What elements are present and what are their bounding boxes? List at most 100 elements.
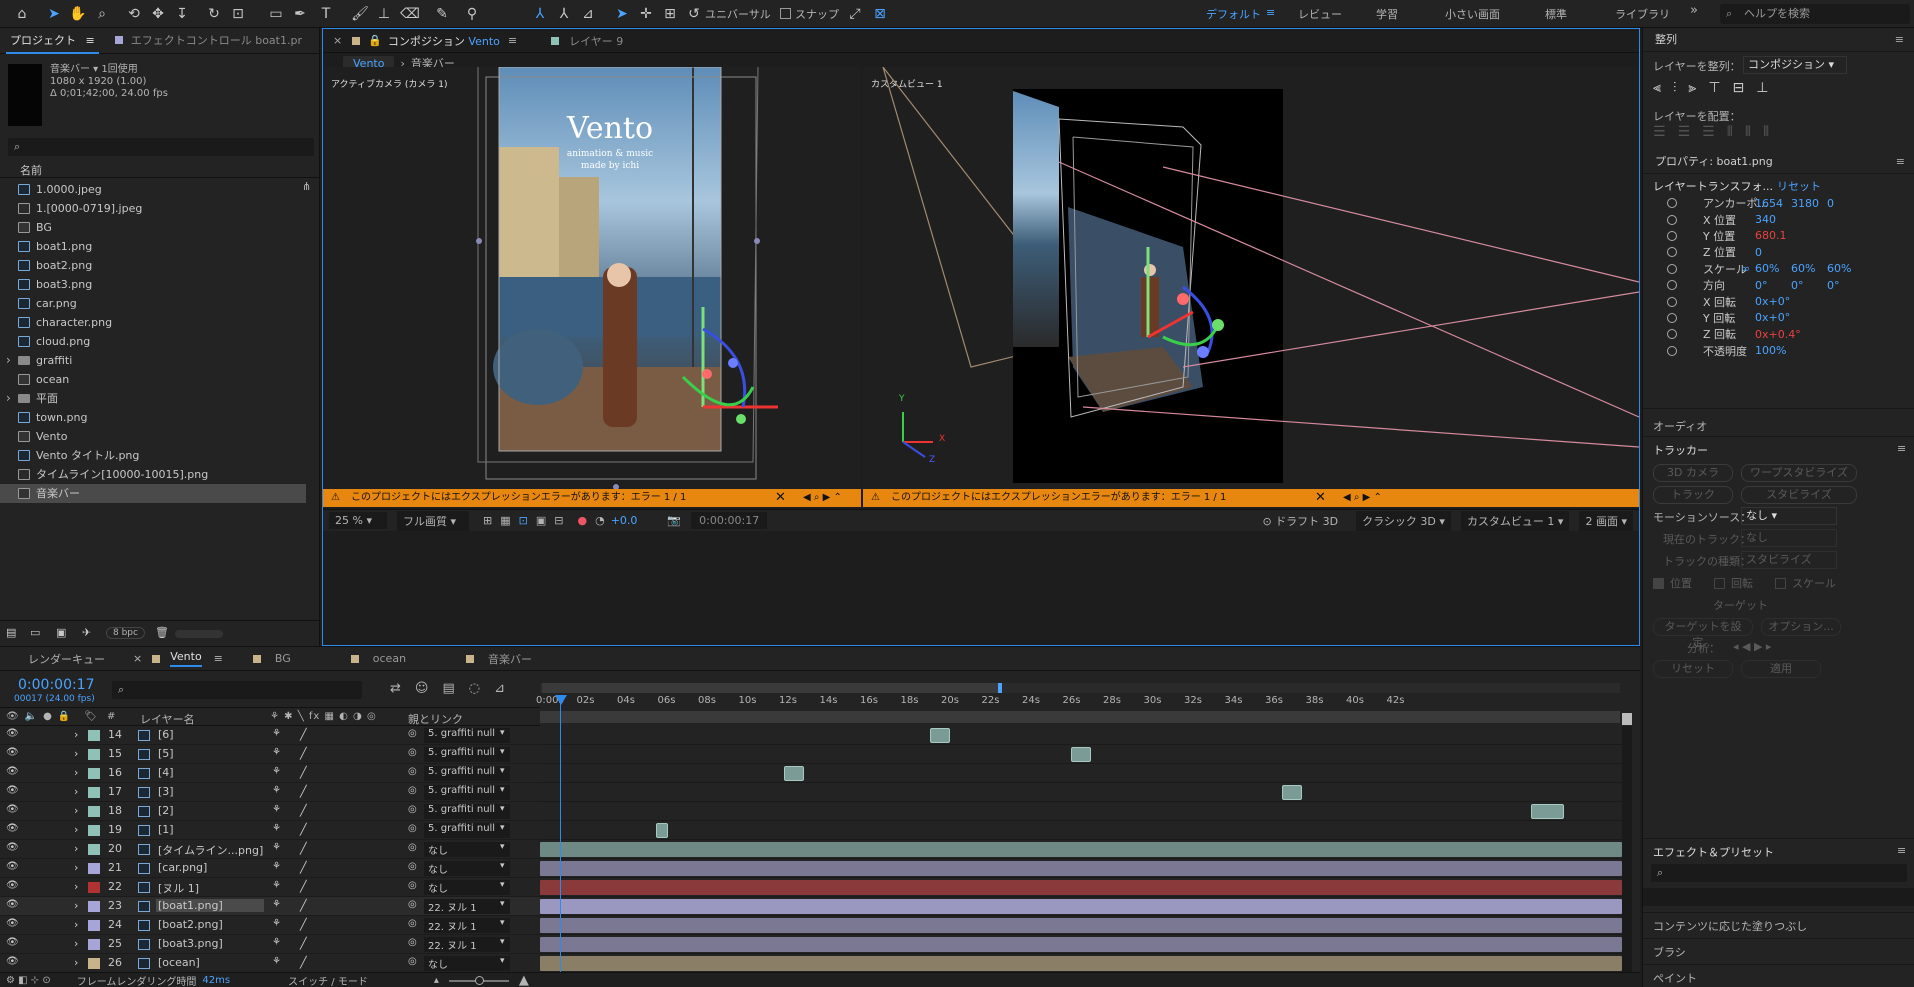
parent-select[interactable]: 22. ヌル 1 — [424, 899, 510, 914]
layer-duration-bar[interactable] — [540, 956, 1622, 971]
layer-name[interactable]: [boat3.png] — [156, 937, 225, 950]
menu-icon[interactable]: ≡ — [1895, 28, 1904, 52]
stabilize-motion-button[interactable]: スタビライズ — [1741, 486, 1857, 504]
visibility-eye-icon[interactable]: 👁 — [6, 899, 19, 910]
pick-whip-icon[interactable]: ◎ — [408, 785, 417, 796]
stopwatch-icon[interactable] — [1667, 214, 1677, 225]
solo-icon[interactable]: ● — [43, 711, 52, 722]
stopwatch-icon[interactable] — [1667, 296, 1677, 307]
eye-icon[interactable]: 👁 — [6, 711, 19, 722]
tab-layer[interactable]: レイヤー 9 — [569, 33, 623, 49]
layer-label-color[interactable] — [88, 844, 100, 855]
3d-rotate-icon[interactable]: ↺ — [684, 4, 704, 24]
project-item[interactable]: Vento — [0, 427, 306, 446]
pick-whip-icon[interactable]: ◎ — [408, 823, 417, 834]
project-item[interactable]: boat2.png — [0, 256, 306, 275]
shy-icon[interactable]: ☺ — [415, 681, 429, 696]
shy-switch-icon[interactable]: ⚘ — [272, 804, 281, 815]
orbit-tool-icon[interactable]: ⟲ — [124, 4, 144, 24]
motion-source-select[interactable]: なし ▾ — [1741, 507, 1837, 525]
vertical-scrollbar[interactable] — [1622, 726, 1632, 972]
property-value[interactable]: 0x+0° — [1755, 311, 1790, 324]
quality-switch-icon[interactable]: ╱ — [300, 861, 307, 874]
dist-top-icon[interactable]: ☰ — [1653, 124, 1666, 140]
motion-blur-icon[interactable]: ◌ — [469, 681, 480, 696]
property-value[interactable]: 0° — [1791, 279, 1804, 292]
quality-switch-icon[interactable]: ╱ — [300, 956, 307, 969]
shy-switch-icon[interactable]: ⚘ — [272, 747, 281, 758]
stopwatch-icon[interactable] — [1667, 247, 1677, 258]
property-value[interactable]: 0° — [1827, 279, 1840, 292]
dist-vcenter-icon[interactable]: ☰ — [1678, 124, 1691, 140]
layer-row[interactable]: 👁 › 15 [5] ⚘ ╱ ◎ 5. graffiti null ▾ — [0, 745, 540, 764]
current-track-select[interactable]: なし — [1741, 529, 1837, 547]
shy-switch-icon[interactable]: ⚘ — [272, 766, 281, 777]
workspace-menu-icon[interactable]: ≡ — [1266, 6, 1275, 19]
dolly-tool-icon[interactable]: ↧ — [172, 4, 192, 24]
workspace-library[interactable]: ライブラリ — [1615, 6, 1670, 22]
parent-select[interactable]: なし — [424, 842, 510, 857]
visibility-eye-icon[interactable]: 👁 — [6, 918, 19, 929]
timeline-zoom-slider[interactable] — [448, 975, 509, 985]
expand-arrow-icon[interactable]: › — [74, 728, 78, 741]
property-value[interactable]: 680.1 — [1755, 229, 1787, 242]
close-error-icon[interactable]: ✕ — [1315, 489, 1326, 507]
stopwatch-icon[interactable] — [1667, 329, 1677, 340]
shy-switch-icon[interactable]: ⚘ — [272, 956, 281, 967]
scale-checkbox[interactable] — [1775, 577, 1786, 589]
grid-icon[interactable]: ⊟ — [554, 514, 563, 527]
expand-arrow-icon[interactable]: › — [6, 351, 18, 367]
pick-whip-icon[interactable]: ◎ — [408, 728, 417, 739]
parent-select[interactable]: 5. graffiti null — [424, 747, 510, 762]
project-item[interactable]: town.png — [0, 408, 306, 427]
thumbnail-slider[interactable] — [175, 630, 223, 638]
quality-switch-icon[interactable]: ╱ — [300, 823, 307, 836]
shy-switch-icon[interactable]: ⚘ — [272, 728, 281, 739]
trash-icon[interactable]: 🗑 — [155, 626, 169, 639]
transform-label[interactable]: レイヤートランスフォ... — [1653, 178, 1773, 194]
constrain-link-icon[interactable]: ∞ — [1741, 262, 1750, 275]
expand-arrow-icon[interactable]: › — [74, 880, 78, 893]
stopwatch-icon[interactable] — [1667, 345, 1677, 356]
work-area-end-handle[interactable] — [998, 683, 1002, 693]
track-area[interactable] — [540, 726, 1622, 973]
expand-arrow-icon[interactable]: › — [74, 937, 78, 950]
work-area-bar[interactable] — [540, 681, 1620, 695]
property-value[interactable]: 3180 — [1791, 197, 1819, 210]
property-value[interactable]: 100% — [1755, 344, 1786, 357]
parent-select[interactable]: 22. ヌル 1 — [424, 937, 510, 952]
shy-switch-icon[interactable]: ⚘ — [272, 785, 281, 796]
workspace-default[interactable]: デフォルト — [1206, 6, 1261, 22]
expression-error-bar-right[interactable]: ⚠ このプロジェクトにはエクスプレッションエラーがあります：エラー 1 / 1 … — [863, 489, 1639, 507]
lock-icon[interactable]: 🔒 — [58, 711, 70, 722]
layer-label-color[interactable] — [88, 901, 100, 912]
tab-music-bar[interactable]: 音楽バー — [488, 651, 532, 667]
viewer-custom-view[interactable]: カスタムビュー 1 Y X Z — [863, 67, 1639, 489]
position-checkbox[interactable] — [1653, 577, 1664, 589]
expand-arrow-icon[interactable]: › — [74, 804, 78, 817]
snap-expand-icon[interactable]: ⤢ — [845, 4, 865, 24]
work-area[interactable] — [540, 711, 1620, 723]
align-hcenter-icon[interactable]: ⫶ — [1673, 80, 1677, 96]
pin-tool-icon[interactable]: ⚲ — [462, 4, 482, 24]
layer-row[interactable]: 👁 › 18 [2] ⚘ ╱ ◎ 5. graffiti null ▾ — [0, 802, 540, 821]
property-value[interactable]: 1654 — [1755, 197, 1783, 210]
close-icon[interactable]: × — [133, 652, 142, 665]
audio-header[interactable]: オーディオ — [1653, 418, 1707, 434]
view-select[interactable]: カスタムビュー 1 ▾ — [1460, 510, 1570, 531]
stopwatch-icon[interactable] — [1667, 230, 1677, 241]
axis-local-icon[interactable]: ⅄ — [530, 4, 550, 24]
set-target-button[interactable]: ターゲットを設定... — [1653, 618, 1753, 649]
graph-editor-icon[interactable]: ⊿ — [494, 681, 505, 696]
shy-switch-icon[interactable]: ⚘ — [272, 861, 281, 872]
new-folder-icon[interactable]: ▭ — [30, 626, 40, 639]
layer-label-color[interactable] — [88, 882, 100, 893]
error-nav-icon[interactable]: ◀ ⌕ ▶ ⌃ — [803, 489, 842, 507]
layer-name[interactable]: [5] — [156, 747, 176, 760]
brush-tool-icon[interactable]: 🖌 — [350, 4, 370, 24]
align-bottom-icon[interactable]: ⊥ — [1756, 80, 1768, 96]
layer-row[interactable]: 👁 › 22 [ヌル 1] ⚘ ╱ ◎ なし ▾ — [0, 878, 540, 897]
track-camera-button[interactable]: 3D カメラ — [1653, 464, 1733, 482]
dist-bottom-icon[interactable]: ☰ — [1702, 124, 1715, 140]
quality-switch-icon[interactable]: ╱ — [300, 766, 307, 779]
